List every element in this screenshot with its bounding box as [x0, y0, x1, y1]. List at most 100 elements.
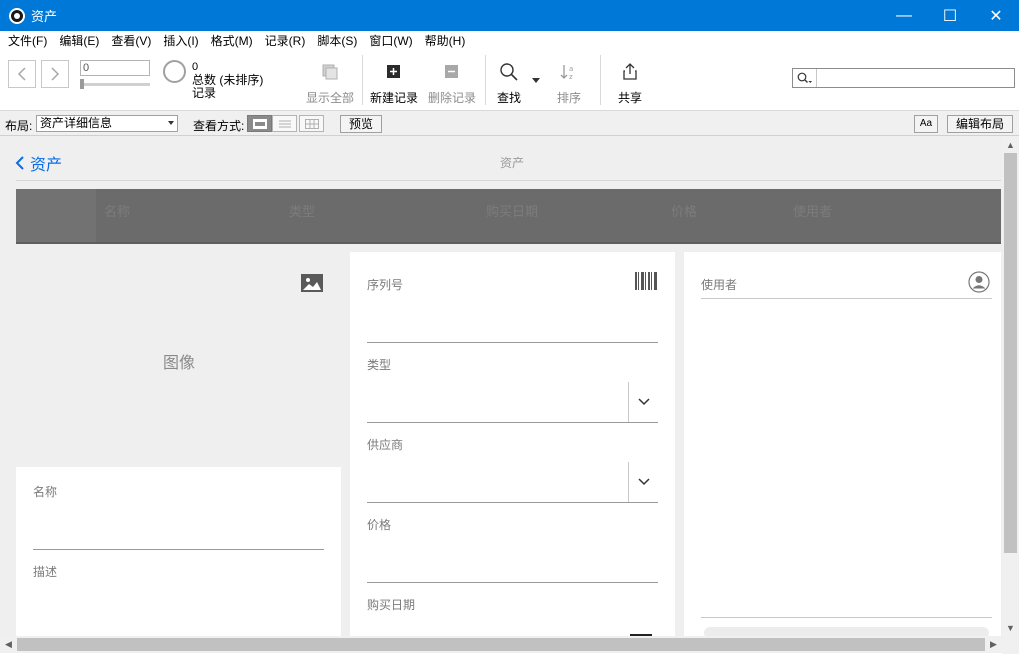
user-field-divider: [701, 298, 992, 299]
left-panel: 图像 名称 描述: [16, 252, 341, 636]
horizontal-scrollbar[interactable]: ◀ ▶: [0, 636, 1002, 653]
chevron-left-icon: [17, 67, 26, 81]
maximize-button[interactable]: ☐: [927, 0, 973, 31]
total-record-count: 0: [192, 61, 199, 73]
record-number-input[interactable]: 0: [80, 60, 150, 76]
scroll-down-icon[interactable]: ▼: [1002, 619, 1019, 636]
scroll-left-icon[interactable]: ◀: [0, 636, 17, 653]
horizontal-scroll-thumb[interactable]: [17, 638, 985, 651]
find-dropdown-icon[interactable]: [532, 78, 540, 83]
close-button[interactable]: ✕: [973, 0, 1019, 31]
menu-records[interactable]: 记录(R): [259, 31, 312, 51]
page-title: 资产: [500, 156, 525, 170]
vendor-dropdown-button[interactable]: [628, 462, 658, 502]
delete-record-icon: [445, 65, 458, 78]
back-button[interactable]: 资产: [15, 151, 62, 175]
field-label-serial: 序列号: [367, 278, 404, 292]
type-field[interactable]: [367, 422, 658, 423]
share-label: 共享: [618, 91, 643, 105]
vendor-field[interactable]: [367, 502, 658, 503]
menu-edit[interactable]: 编辑(E): [53, 31, 105, 51]
view-as-list-button[interactable]: [272, 115, 297, 132]
edit-layout-button[interactable]: 编辑布局: [947, 115, 1013, 133]
layout-label: 布局:: [5, 119, 33, 133]
column-header-strip: 名称 类型 购买日期 价格 使用者: [16, 189, 1001, 242]
chevron-down-icon: [637, 478, 650, 486]
app-icon: [9, 7, 25, 24]
search-icon[interactable]: [793, 69, 817, 87]
scrollbar-corner: [1002, 636, 1019, 654]
vertical-scroll-thumb[interactable]: [1004, 153, 1017, 553]
image-icon: [301, 274, 323, 292]
toolbar: 0 0 总数 (未排序) 记录 显示全部 新建记录 删除记录 查找 az 排序 …: [0, 51, 1019, 111]
barcode-icon: [635, 272, 657, 290]
name-field[interactable]: [33, 549, 324, 550]
toolbar-divider: [362, 55, 363, 105]
price-field[interactable]: [367, 582, 658, 583]
field-label-name: 名称: [33, 485, 58, 499]
menu-view[interactable]: 查看(V): [105, 31, 157, 51]
view-as-table-button[interactable]: [299, 115, 324, 132]
svg-text:a: a: [569, 65, 573, 73]
field-label-description: 描述: [33, 565, 58, 579]
chevron-right-icon: [51, 67, 60, 81]
sort-button[interactable]: az 排序: [557, 61, 581, 106]
scroll-up-icon[interactable]: ▲: [1002, 136, 1019, 153]
layout-bar: 布局: 资产详细信息 查看方式: 预览 Aa 编辑布局: [0, 111, 1019, 136]
show-all-button[interactable]: 显示全部: [306, 61, 354, 106]
record-pie-icon: [163, 60, 186, 83]
field-label-vendor: 供应商: [367, 438, 404, 452]
menu-format[interactable]: 格式(M): [205, 31, 259, 51]
delete-record-button[interactable]: 删除记录: [428, 61, 476, 106]
menu-scripts[interactable]: 脚本(S): [311, 31, 363, 51]
portal-row[interactable]: [704, 627, 989, 636]
menu-help[interactable]: 帮助(H): [419, 31, 472, 51]
type-dropdown-button[interactable]: [628, 382, 658, 422]
new-record-label: 新建记录: [370, 91, 419, 105]
preview-button[interactable]: 预览: [340, 115, 382, 133]
record-slider[interactable]: [80, 83, 150, 86]
view-as-label: 查看方式:: [193, 119, 245, 133]
show-all-icon: [322, 64, 338, 80]
layout-select-value: 资产详细信息: [40, 116, 113, 130]
menu-window[interactable]: 窗口(W): [363, 31, 418, 51]
scroll-right-icon[interactable]: ▶: [985, 636, 1002, 653]
find-label: 查找: [497, 91, 522, 105]
header-col-name: 名称: [104, 204, 131, 219]
image-container-field[interactable]: 图像: [16, 252, 341, 467]
view-as-form-button[interactable]: [247, 115, 272, 132]
menu-insert[interactable]: 插入(I): [157, 31, 204, 51]
new-record-icon: [387, 65, 400, 78]
delete-record-label: 删除记录: [428, 91, 477, 105]
layout-content: 资产 资产 名称 类型 购买日期 价格 使用者 图像 名称 描述 序列号 类型 …: [0, 136, 1002, 636]
record-slider-thumb[interactable]: [80, 79, 84, 89]
next-record-button[interactable]: [41, 60, 69, 88]
right-panel: 使用者: [684, 252, 1001, 636]
text-format-button[interactable]: Aa: [914, 115, 938, 133]
middle-panel: 序列号 类型 供应商 价格 购买日期: [350, 252, 675, 636]
chevron-left-icon: [15, 156, 24, 170]
previous-record-button[interactable]: [8, 60, 36, 88]
svg-text:z: z: [569, 73, 573, 81]
form-view-icon: [252, 118, 267, 129]
toolbar-divider: [485, 55, 486, 105]
serial-number-field[interactable]: [367, 342, 658, 343]
new-record-button[interactable]: 新建记录: [370, 61, 418, 106]
magnifier-icon: [500, 63, 518, 81]
share-icon: [623, 63, 637, 80]
image-label: 图像: [163, 355, 196, 372]
search-dropdown-icon: [797, 72, 812, 83]
header-col-type: 类型: [289, 204, 316, 219]
minimize-button[interactable]: —: [881, 0, 927, 31]
title-bar: 资产 — ☐ ✕: [0, 0, 1019, 31]
menu-file[interactable]: 文件(F): [2, 31, 53, 51]
header-divider: [16, 180, 1001, 181]
share-button[interactable]: 共享: [618, 61, 642, 106]
header-col-price: 价格: [671, 204, 698, 219]
layout-select[interactable]: 资产详细信息: [36, 115, 178, 132]
table-view-icon: [304, 118, 319, 129]
vertical-scrollbar[interactable]: ▲ ▼: [1002, 136, 1019, 636]
find-button[interactable]: 查找: [497, 61, 521, 106]
quick-find-input[interactable]: [792, 68, 1015, 88]
sort-icon: az: [560, 65, 573, 81]
